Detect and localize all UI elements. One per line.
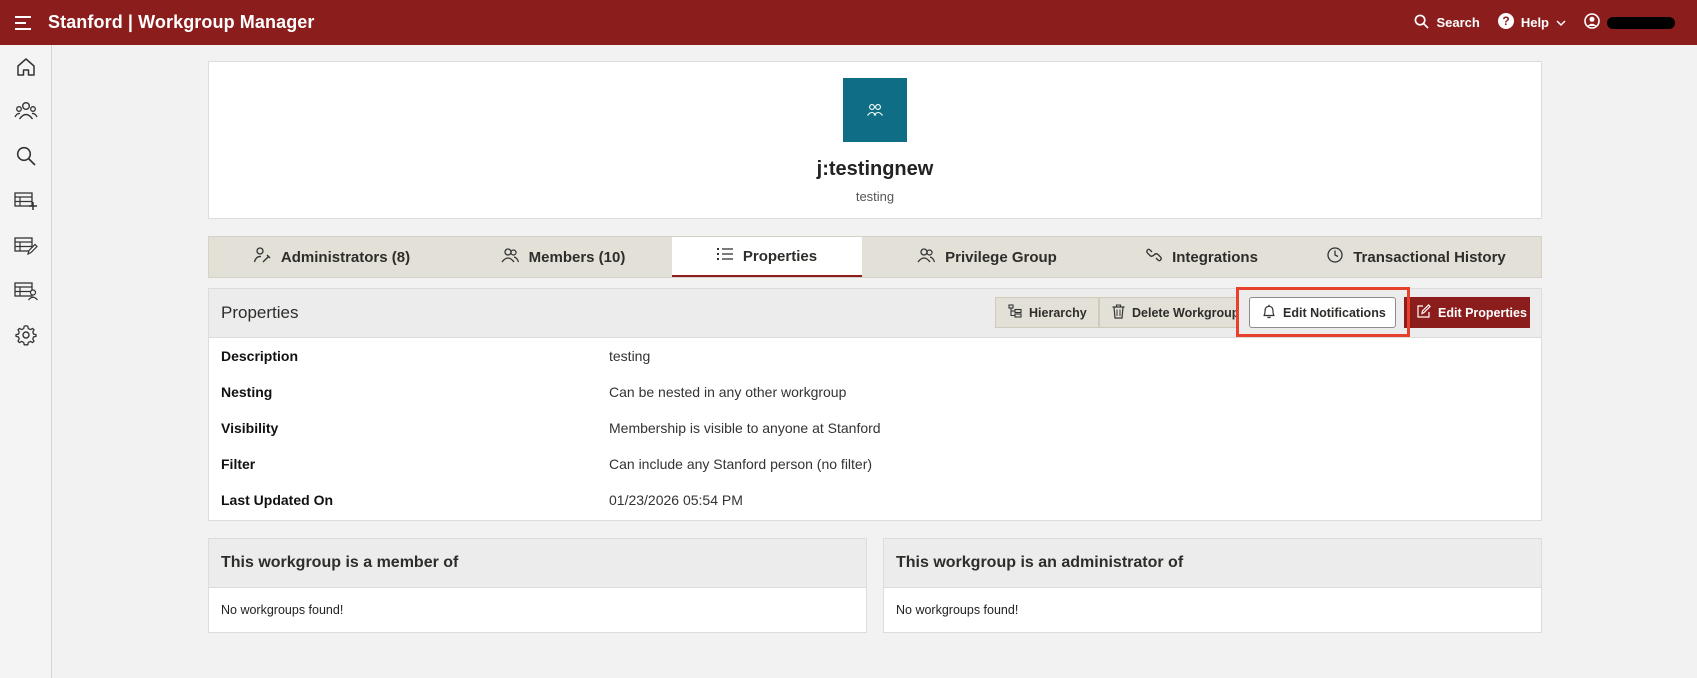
svg-text:?: ?	[1502, 14, 1509, 28]
property-label: Description	[221, 348, 299, 364]
tab-administrators[interactable]: Administrators (8)	[209, 237, 454, 277]
tab-label: Transactional History	[1353, 248, 1506, 266]
tab-label: Members (10)	[528, 248, 626, 266]
edit-notifications-button[interactable]: Edit Notifications	[1249, 297, 1396, 328]
property-label: Visibility	[221, 420, 279, 436]
properties-header: Properties Hierarchy Delete Workgroup Ed…	[209, 287, 1541, 338]
property-row-last-updated: Last Updated On 01/23/2026 05:54 PM	[209, 482, 1541, 518]
property-value: 01/23/2026 05:54 PM	[609, 492, 743, 508]
relationships-row: This workgroup is a member of No workgro…	[208, 538, 1542, 633]
admin-of-empty: No workgroups found!	[896, 603, 1019, 617]
delete-workgroup-button[interactable]: Delete Workgroup	[1099, 297, 1239, 328]
workgroup-members-icon[interactable]	[14, 279, 38, 303]
add-workgroup-icon[interactable]	[14, 189, 38, 213]
top-bar: Stanford | Workgroup Manager Search ? He…	[0, 0, 1697, 45]
properties-list: Description testing Nesting Can be neste…	[209, 338, 1541, 520]
trash-icon	[1112, 303, 1125, 322]
home-icon[interactable]	[14, 55, 38, 79]
property-row-filter: Filter Can include any Stanford person (…	[209, 446, 1541, 482]
workgroups-icon[interactable]	[14, 99, 38, 123]
admin-icon	[253, 246, 271, 268]
property-value: Can be nested in any other workgroup	[609, 384, 847, 400]
property-row-nesting: Nesting Can be nested in any other workg…	[209, 374, 1541, 410]
tab-properties[interactable]: Properties	[672, 237, 862, 277]
workgroup-subtitle: testing	[855, 189, 895, 204]
tab-members[interactable]: Members (10)	[454, 237, 672, 277]
member-of-empty: No workgroups found!	[221, 603, 344, 617]
property-label: Nesting	[221, 384, 273, 400]
sidebar	[0, 45, 52, 678]
tab-label: Privilege Group	[945, 248, 1057, 266]
gear-icon[interactable]	[14, 323, 38, 347]
property-row-description: Description testing	[209, 338, 1541, 374]
members-icon	[501, 247, 519, 267]
menu-icon[interactable]	[0, 0, 48, 45]
tab-privilege-group[interactable]: Privilege Group	[862, 237, 1112, 277]
help-label: Help	[1520, 15, 1549, 30]
hierarchy-label: Hierarchy	[1029, 305, 1087, 320]
clock-icon	[1327, 247, 1343, 267]
property-value: testing	[609, 348, 651, 364]
properties-title: Properties	[221, 303, 299, 322]
tab-bar: Administrators (8) Members (10) Properti…	[208, 236, 1542, 278]
property-label: Last Updated On	[221, 492, 334, 508]
member-of-card: This workgroup is a member of No workgro…	[208, 538, 867, 633]
property-label: Filter	[221, 456, 256, 472]
edit-notifications-label: Edit Notifications	[1283, 305, 1386, 320]
tab-transactional-history[interactable]: Transactional History	[1292, 237, 1541, 277]
bell-icon	[1262, 304, 1276, 322]
privilege-icon	[917, 247, 936, 267]
chevron-down-icon	[1556, 15, 1566, 30]
admin-of-card: This workgroup is an administrator of No…	[883, 538, 1542, 633]
help-menu[interactable]: ? Help	[1497, 13, 1566, 32]
member-of-title: This workgroup is a member of	[209, 539, 866, 588]
search-label: Search	[1436, 15, 1480, 30]
app-title[interactable]: Stanford | Workgroup Manager	[48, 12, 315, 33]
tab-integrations[interactable]: Integrations	[1112, 237, 1292, 277]
search-link[interactable]: Search	[1414, 14, 1480, 32]
main-content: j:testingnew testing Administrators (8) …	[208, 61, 1542, 633]
tab-label: Integrations	[1172, 248, 1258, 266]
workgroup-header-card: j:testingnew testing	[208, 61, 1542, 219]
properties-card: Properties Hierarchy Delete Workgroup Ed…	[208, 287, 1542, 521]
admin-of-title: This workgroup is an administrator of	[884, 539, 1541, 588]
user-icon	[1584, 13, 1600, 32]
edit-properties-button[interactable]: Edit Properties	[1404, 297, 1530, 328]
workgroup-name: j:testingnew	[816, 158, 934, 180]
search-icon[interactable]	[14, 144, 38, 168]
edit-icon	[1417, 304, 1431, 321]
link-icon	[1146, 247, 1162, 267]
edit-properties-label: Edit Properties	[1438, 305, 1527, 320]
workgroup-avatar	[843, 78, 907, 142]
user-name-redacted	[1607, 16, 1675, 29]
help-icon: ?	[1497, 13, 1514, 32]
property-value: Membership is visible to anyone at Stanf…	[609, 420, 881, 436]
tab-label: Administrators (8)	[280, 248, 411, 266]
property-value: Can include any Stanford person (no filt…	[609, 456, 873, 472]
workgroup-icon	[867, 104, 883, 116]
delete-label: Delete Workgroup	[1132, 305, 1239, 320]
edit-workgroup-icon[interactable]	[14, 234, 38, 258]
hierarchy-icon	[1008, 304, 1022, 321]
tab-label: Properties	[742, 247, 818, 265]
property-row-visibility: Visibility Membership is visible to anyo…	[209, 410, 1541, 446]
user-menu[interactable]	[1584, 13, 1675, 32]
list-icon	[716, 247, 733, 265]
hierarchy-button[interactable]: Hierarchy	[995, 297, 1099, 328]
search-icon	[1414, 14, 1430, 32]
